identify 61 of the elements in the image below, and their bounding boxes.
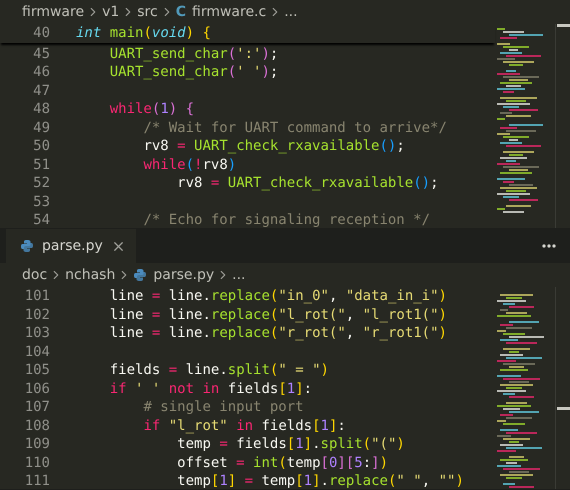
- breadcrumb-more[interactable]: ...: [284, 4, 298, 20]
- code-line: UART_send_char(':');: [108, 46, 278, 62]
- code-line: offset = int(temp[0][5:]): [176, 454, 388, 471]
- line-number: 110: [24, 454, 51, 471]
- code-line: UART_send_char(' ');: [108, 64, 278, 80]
- code-line: rv8 = UART_check_rxavailable();: [142, 138, 405, 154]
- code-line: temp[1] = temp[1].replace(" ", ""): [176, 473, 464, 489]
- scrollbar-thumb[interactable]: [557, 24, 570, 27]
- line-number: 53: [32, 194, 51, 210]
- line-number: 47: [32, 82, 51, 99]
- line-number: 104: [24, 344, 51, 360]
- more-icon: [542, 244, 556, 248]
- editor-tab[interactable]: parse.py: [6, 229, 136, 264]
- code-line: /* Wait for UART command to arrive*/: [142, 120, 447, 136]
- line-number: 49: [32, 120, 51, 136]
- code-line: while(1) {: [108, 101, 194, 118]
- file-name: parse.py: [153, 267, 214, 284]
- code-line: int main(void) {: [76, 25, 211, 42]
- line-number: 50: [32, 138, 51, 154]
- line-number: 107: [24, 399, 51, 416]
- code-line: temp = fields[1].split("("): [176, 436, 405, 452]
- line-number: 101: [24, 288, 51, 304]
- line-number: 102: [24, 306, 51, 323]
- line-number: 48: [32, 101, 51, 118]
- line-number: 103: [24, 325, 51, 342]
- breadcrumb-folder[interactable]: src: [137, 4, 158, 20]
- python-file-icon: [133, 268, 148, 282]
- line-number: 108: [24, 418, 51, 434]
- python-file-icon: [20, 239, 34, 254]
- line-number: 52: [32, 175, 51, 192]
- breadcrumb-file[interactable]: parse.py: [133, 267, 214, 284]
- code-line: /* Echo for signaling reception */: [142, 212, 430, 228]
- code-line: while(!rv8): [142, 156, 236, 173]
- line-number: 46: [32, 64, 51, 80]
- code-line: fields = line.split(" = "): [108, 362, 329, 378]
- c-file-icon: C: [176, 4, 186, 20]
- breadcrumb-more[interactable]: ...: [232, 267, 246, 284]
- file-name: firmware.c: [192, 4, 266, 20]
- code-line: if "l_rot" in fields[1]:: [142, 418, 346, 434]
- line-number: 109: [24, 436, 51, 452]
- code-line: rv8 = UART_check_rxavailable();: [176, 175, 439, 192]
- breadcrumb-folder[interactable]: v1: [102, 4, 120, 20]
- line-number: 51: [32, 156, 51, 173]
- line-number: 111: [24, 473, 51, 489]
- tab-label: parse.py: [42, 238, 103, 254]
- line-number: 40: [32, 25, 51, 42]
- more-button[interactable]: [542, 244, 556, 248]
- code-line: line = line.replace("in_0", "data_in_i"): [108, 288, 447, 304]
- line-number: 105: [24, 362, 51, 378]
- line-number: 106: [24, 380, 51, 397]
- code-line: line = line.replace("r_rot(", "r_rot1("): [108, 325, 447, 342]
- line-number: 54: [32, 212, 51, 228]
- breadcrumb-folder[interactable]: nchash: [65, 267, 116, 284]
- line-number: 45: [32, 46, 51, 62]
- code-line: if ' ' not in fields[1]:: [108, 380, 312, 397]
- code-line: # single input port: [142, 399, 304, 416]
- breadcrumb-folder[interactable]: doc: [22, 267, 48, 284]
- code-line: line = line.replace("l_rot(", "l_rot1("): [108, 306, 447, 323]
- breadcrumb-file[interactable]: C firmware.c: [176, 4, 266, 20]
- breadcrumb-folder[interactable]: firmware: [22, 4, 84, 20]
- scrollbar-thumb[interactable]: [557, 407, 570, 410]
